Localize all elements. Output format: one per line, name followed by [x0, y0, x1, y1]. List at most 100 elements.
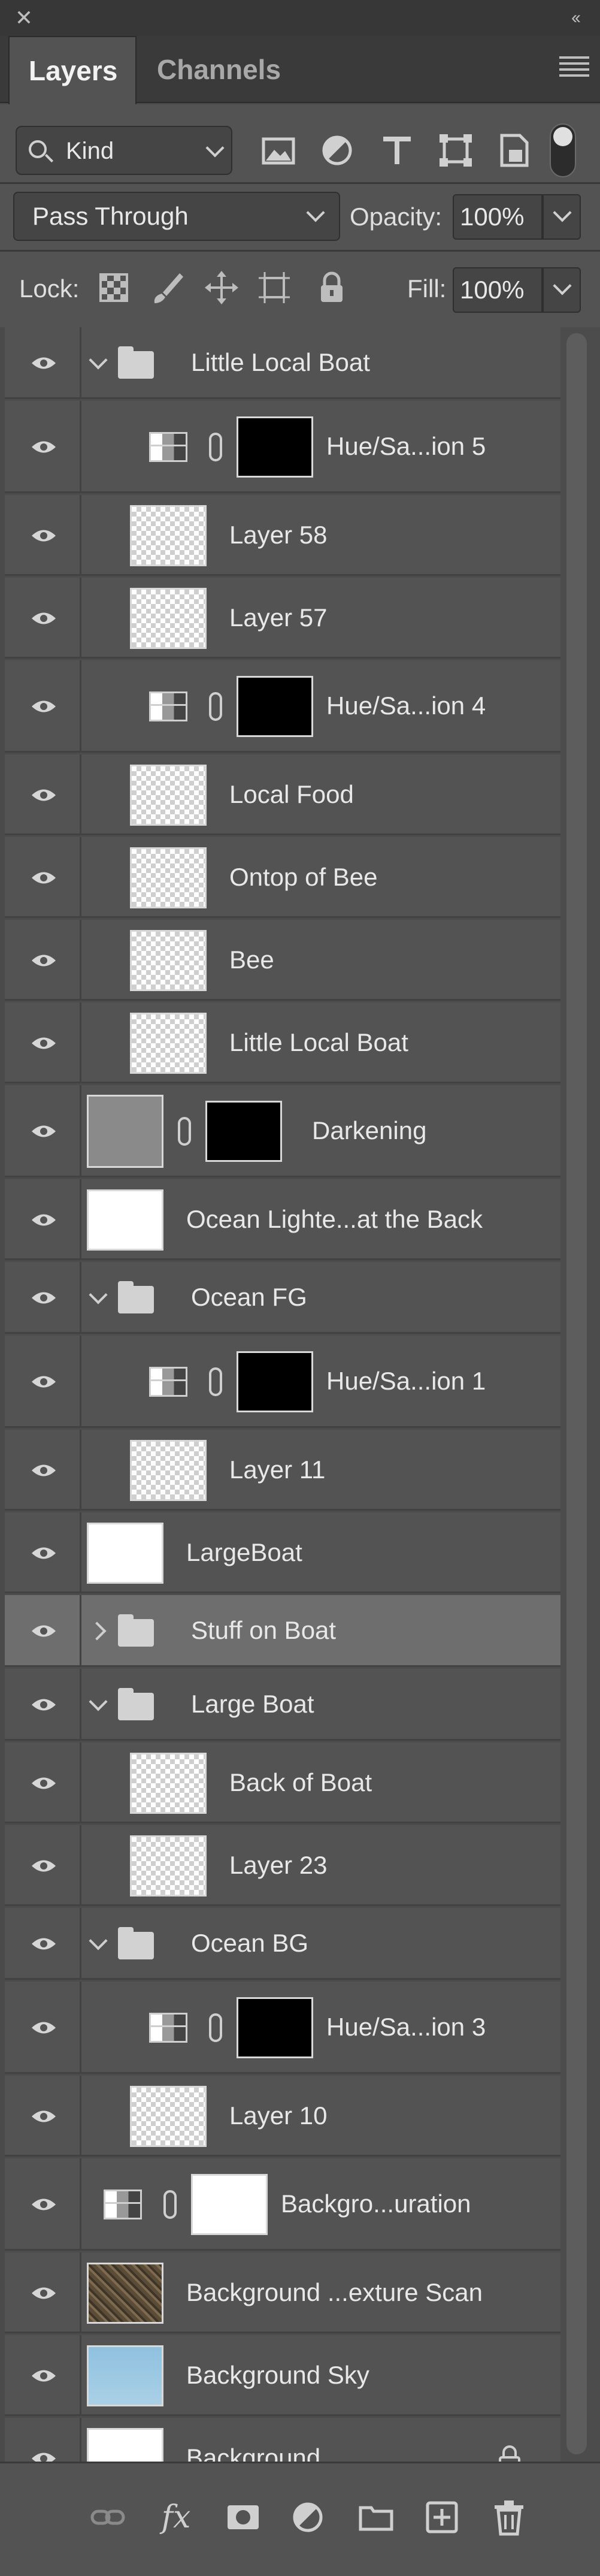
- chevron-right-icon[interactable]: [87, 1621, 107, 1641]
- layer-row[interactable]: Hue/Sa...ion 4: [5, 660, 560, 753]
- visibility-column[interactable]: [5, 837, 81, 916]
- layer-row[interactable]: Layer 57: [5, 578, 560, 659]
- layer-thumbnail[interactable]: [87, 1522, 163, 1584]
- layer-thumbnail[interactable]: [87, 2345, 163, 2406]
- lock-icon[interactable]: [496, 2444, 523, 2462]
- layer-name[interactable]: Back of Boat: [229, 1768, 372, 1797]
- layer-thumbnail[interactable]: [87, 2427, 163, 2462]
- link-icon[interactable]: [163, 2190, 177, 2219]
- eye-visibility-icon[interactable]: [31, 1035, 57, 1051]
- layer-name[interactable]: Local Food: [229, 780, 354, 809]
- lock-artboard-icon[interactable]: [256, 270, 292, 306]
- visibility-column[interactable]: [5, 495, 81, 574]
- layer-mask-thumbnail[interactable]: [237, 416, 313, 478]
- layer-thumbnail[interactable]: [130, 929, 207, 991]
- visibility-column[interactable]: [5, 1743, 81, 1822]
- layer-name[interactable]: Layer 23: [229, 1851, 327, 1880]
- tab-layers[interactable]: Layers: [8, 36, 137, 104]
- link-icon[interactable]: [178, 1117, 191, 1146]
- layer-name[interactable]: Stuff on Boat: [191, 1616, 336, 1645]
- opacity-input[interactable]: 100%: [453, 194, 543, 240]
- image-filter-icon[interactable]: [257, 129, 299, 171]
- layer-name[interactable]: Large Boat: [191, 1690, 314, 1719]
- layer-mask-thumbnail[interactable]: [205, 1101, 282, 1162]
- lock-position-icon[interactable]: [204, 270, 240, 306]
- layer-row[interactable]: Layer 11: [5, 1430, 560, 1511]
- visibility-column[interactable]: [5, 754, 81, 833]
- layer-name[interactable]: Little Local Boat: [229, 1028, 408, 1057]
- new-fill-adjustment-icon[interactable]: [290, 2498, 328, 2536]
- layer-row[interactable]: Stuff on Boat: [5, 1595, 560, 1667]
- chevron-down-icon[interactable]: [89, 351, 108, 370]
- visibility-column[interactable]: [5, 2076, 81, 2155]
- blend-mode-select[interactable]: Pass Through: [13, 192, 340, 241]
- layer-thumbnail[interactable]: [87, 2262, 163, 2324]
- smart-object-filter-icon[interactable]: [493, 129, 535, 171]
- layer-thumbnail[interactable]: [130, 1439, 207, 1501]
- eye-visibility-icon[interactable]: [31, 355, 57, 371]
- layer-row[interactable]: Background ...exture Scan: [5, 2252, 560, 2333]
- layer-mask-thumbnail[interactable]: [237, 1997, 313, 2058]
- layer-name[interactable]: Ontop of Bee: [229, 863, 378, 892]
- layer-thumbnail[interactable]: [130, 764, 207, 826]
- collapse-panel-icon[interactable]: ‹‹: [563, 6, 587, 30]
- eye-visibility-icon[interactable]: [31, 528, 57, 543]
- link-icon[interactable]: [209, 2013, 222, 2042]
- layer-row[interactable]: Local Food: [5, 754, 560, 835]
- layer-row[interactable]: Back of Boat: [5, 1743, 560, 1823]
- layer-name[interactable]: Little Local Boat: [191, 348, 370, 377]
- layer-row[interactable]: Little Local Boat: [5, 1002, 560, 1083]
- layer-thumbnail[interactable]: [130, 1835, 207, 1896]
- scrollbar-thumb[interactable]: [566, 333, 587, 2454]
- fx-icon[interactable]: fx: [157, 2498, 195, 2536]
- eye-visibility-icon[interactable]: [31, 611, 57, 626]
- opacity-dropdown[interactable]: [543, 194, 581, 240]
- layer-name[interactable]: Darkening: [312, 1116, 426, 1145]
- visibility-column[interactable]: [5, 2335, 81, 2414]
- visibility-column[interactable]: [5, 1512, 81, 1591]
- layer-name[interactable]: Hue/Sa...ion 1: [326, 1367, 486, 1396]
- visibility-column[interactable]: [5, 1179, 81, 1258]
- layer-name[interactable]: Layer 57: [229, 603, 327, 632]
- chevron-down-icon[interactable]: [89, 1285, 108, 1304]
- visibility-column[interactable]: [5, 920, 81, 999]
- levels-thumbnail[interactable]: [87, 1095, 163, 1168]
- layer-row[interactable]: Background: [5, 2418, 560, 2462]
- layer-name[interactable]: Hue/Sa...ion 3: [326, 2013, 486, 2042]
- layer-mask-thumbnail[interactable]: [237, 676, 313, 737]
- close-icon[interactable]: ✕: [13, 7, 35, 29]
- visibility-column[interactable]: [5, 1982, 81, 2072]
- eye-visibility-icon[interactable]: [31, 2451, 57, 2462]
- layer-row[interactable]: Layer 10: [5, 2076, 560, 2157]
- eye-visibility-icon[interactable]: [31, 1623, 57, 1639]
- layer-name[interactable]: Layer 58: [229, 521, 327, 549]
- link-layers-icon[interactable]: [89, 2498, 127, 2536]
- eye-visibility-icon[interactable]: [31, 2197, 57, 2212]
- adjustment-filter-icon[interactable]: [316, 129, 358, 171]
- layer-row[interactable]: Layer 23: [5, 1825, 560, 1906]
- tab-channels[interactable]: Channels: [138, 36, 300, 103]
- layer-row[interactable]: Ocean Lighte...at the Back: [5, 1179, 560, 1260]
- layer-thumbnail[interactable]: [130, 505, 207, 566]
- layer-name[interactable]: Backgro...uration: [281, 2190, 471, 2218]
- eye-visibility-icon[interactable]: [31, 787, 57, 803]
- eye-visibility-icon[interactable]: [31, 1697, 57, 1713]
- visibility-column[interactable]: [5, 2418, 81, 2462]
- layer-row[interactable]: Bee: [5, 920, 560, 1001]
- fill-input[interactable]: 100%: [453, 267, 543, 313]
- new-group-icon[interactable]: [357, 2498, 395, 2536]
- layer-name[interactable]: Layer 11: [229, 1455, 325, 1484]
- layer-thumbnail[interactable]: [130, 1012, 207, 1074]
- panel-menu-icon[interactable]: [559, 56, 589, 83]
- eye-visibility-icon[interactable]: [31, 1212, 57, 1228]
- layer-row[interactable]: Hue/Sa...ion 1: [5, 1336, 560, 1428]
- layer-row[interactable]: Background Sky: [5, 2335, 560, 2416]
- eye-visibility-icon[interactable]: [31, 1290, 57, 1306]
- link-icon[interactable]: [209, 692, 222, 721]
- visibility-column[interactable]: [5, 1595, 81, 1665]
- layer-row[interactable]: Layer 58: [5, 495, 560, 576]
- layer-row[interactable]: Large Boat: [5, 1669, 560, 1741]
- layer-name[interactable]: Bee: [229, 946, 274, 974]
- filter-kind-select[interactable]: Kind: [16, 126, 232, 175]
- layer-row[interactable]: Ontop of Bee: [5, 837, 560, 918]
